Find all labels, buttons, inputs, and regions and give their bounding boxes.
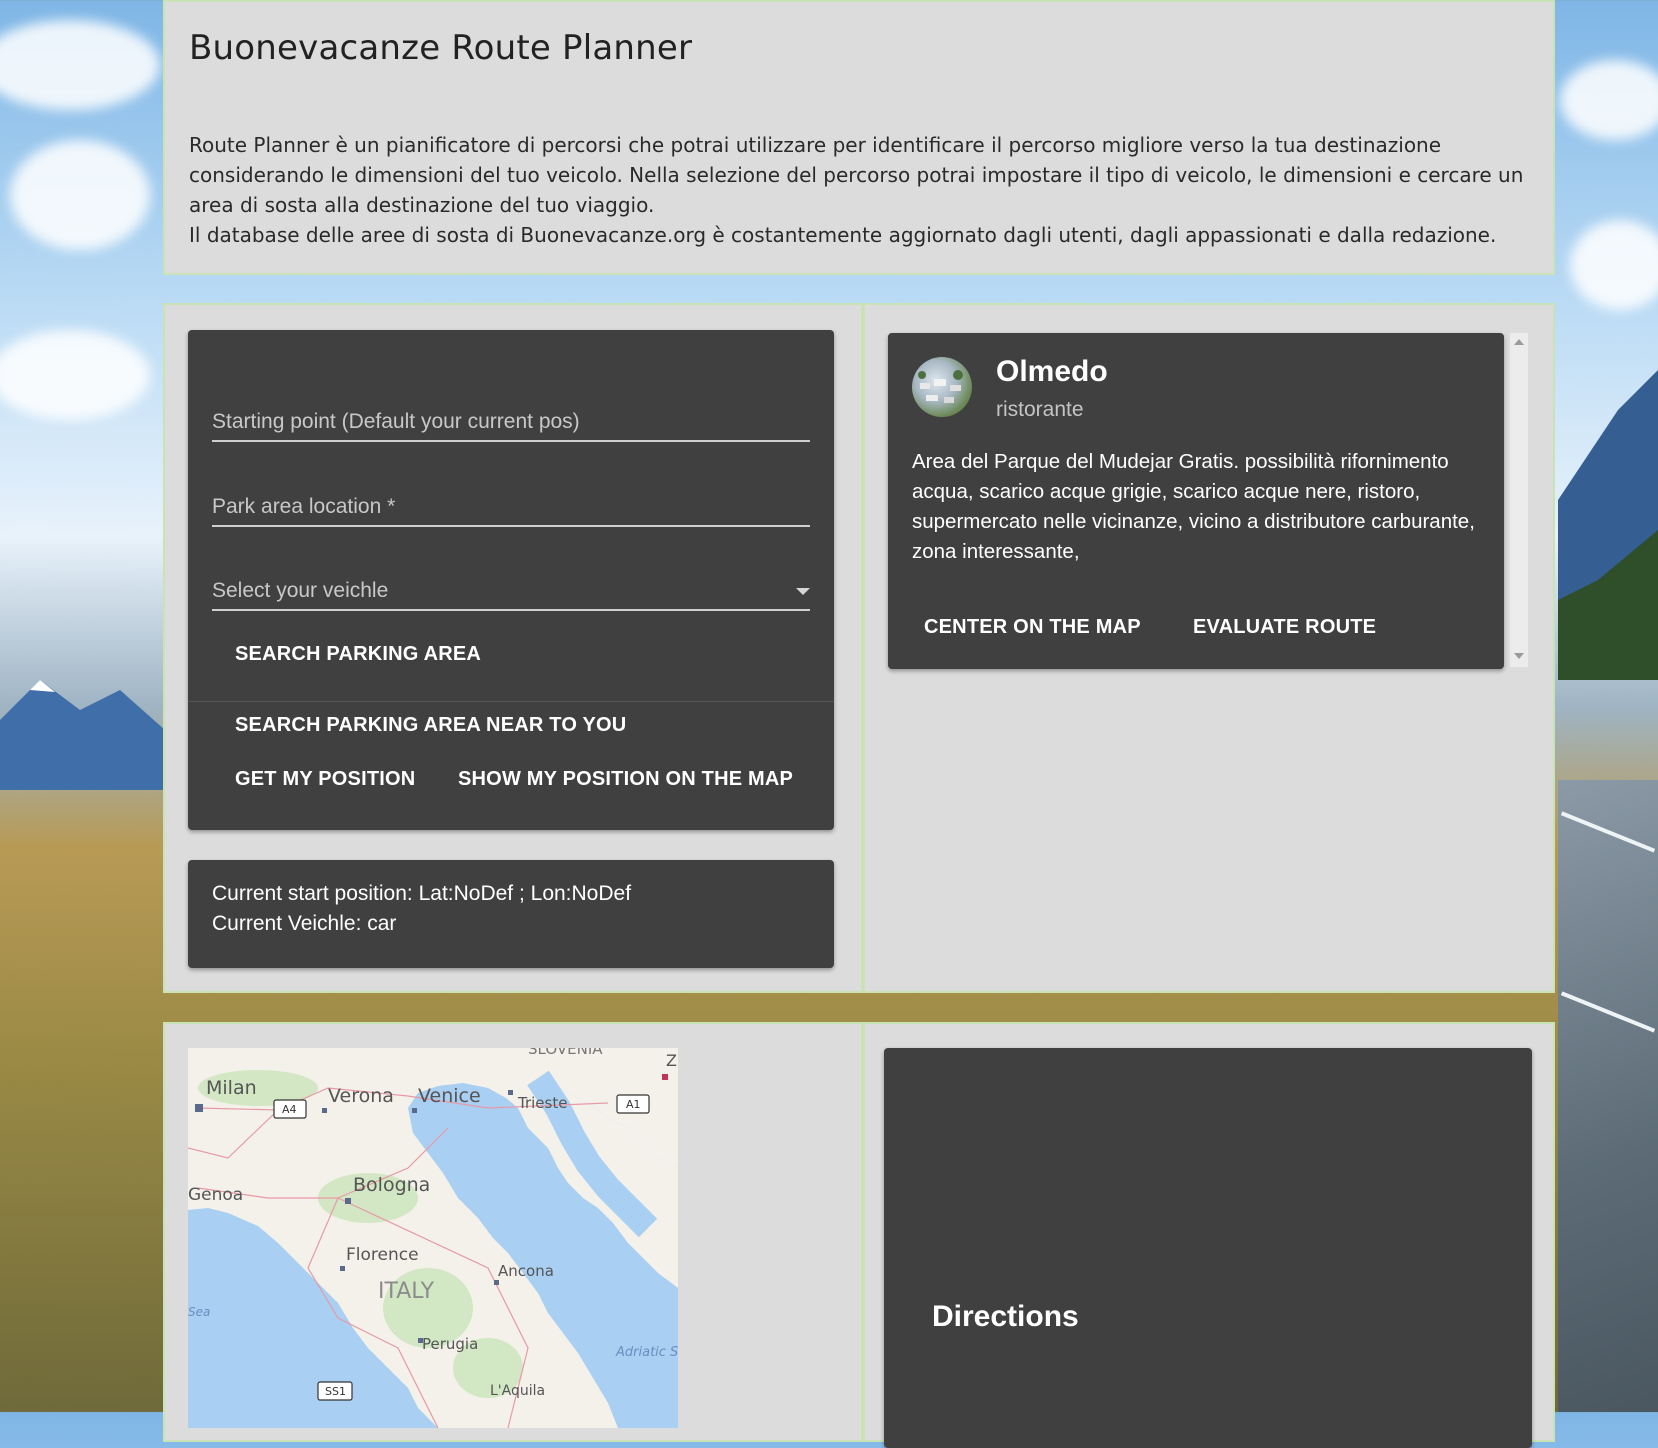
map-label-florence: Florence	[346, 1245, 419, 1265]
park-area-field[interactable]: Park area location *	[212, 475, 810, 527]
mountain-right	[1558, 370, 1658, 680]
scroll-down-arrow-icon[interactable]	[1514, 653, 1524, 659]
map-directions-panel: Milan Verona Venice Trieste Bologna Geno…	[163, 1022, 1555, 1448]
header-panel: Buonevacanze Route Planner Route Planner…	[163, 0, 1555, 275]
road	[1558, 780, 1658, 1412]
map-label-sea: Sea	[188, 1305, 210, 1319]
cloud	[0, 20, 160, 110]
result-subtitle: ristorante	[996, 398, 1084, 421]
vehicle-select-label: Select your veichle	[212, 579, 389, 602]
result-description: Area del Parque del Mudejar Gratis. poss…	[912, 450, 1475, 563]
route-form-card: Starting point (Default your current pos…	[188, 330, 834, 830]
description-paragraph: Route Planner è un pianificatore di perc…	[189, 133, 1524, 217]
starting-point-field[interactable]: Starting point (Default your current pos…	[212, 390, 810, 442]
evaluate-route-button[interactable]: EVALUATE ROUTE	[1193, 616, 1376, 639]
map-label-laquila: L'Aquila	[490, 1383, 545, 1399]
page-title: Buonevacanze Route Planner	[189, 28, 693, 68]
directions-card: Directions	[884, 1048, 1532, 1448]
column-divider	[861, 1024, 865, 1440]
map-label-italy: ITALY	[378, 1279, 435, 1304]
cloud	[1570, 220, 1658, 310]
result-title: Olmedo	[996, 355, 1108, 388]
avatar	[912, 357, 972, 417]
results-list[interactable]: Olmedo ristorante Area del Parque del Mu…	[888, 327, 1528, 669]
page-description: Route Planner è un pianificatore di perc…	[189, 130, 1529, 250]
map-label-z: Z	[666, 1051, 677, 1070]
map-label-verona: Verona	[328, 1085, 394, 1107]
dropdown-arrow-icon[interactable]	[796, 588, 810, 595]
map[interactable]: Milan Verona Venice Trieste Bologna Geno…	[188, 1048, 678, 1428]
description-paragraph-2: Il database delle aree di sosta di Buone…	[189, 223, 1497, 247]
scrollbar[interactable]	[1510, 333, 1528, 667]
map-label-perugia: Perugia	[422, 1335, 478, 1353]
map-label-genoa: Genoa	[188, 1185, 243, 1205]
cloud	[10, 140, 150, 250]
shield-a1: A1	[626, 1098, 641, 1111]
cloud	[0, 330, 150, 420]
directions-title: Directions	[932, 1300, 1079, 1333]
cloud	[1560, 60, 1658, 140]
column-divider	[861, 305, 865, 991]
search-parking-near-button[interactable]: SEARCH PARKING AREA NEAR TO YOU	[235, 714, 626, 737]
result-card: Olmedo ristorante Area del Parque del Mu…	[888, 333, 1504, 669]
status-card: Current start position: Lat:NoDef ; Lon:…	[188, 860, 834, 968]
search-parking-area-button[interactable]: SEARCH PARKING AREA	[235, 643, 481, 666]
map-label-venice: Venice	[418, 1085, 481, 1107]
vehicle-select[interactable]: Select your veichle	[212, 559, 810, 611]
starting-point-label: Starting point (Default your current pos…	[212, 410, 580, 433]
map-label-ancona: Ancona	[498, 1262, 554, 1280]
show-position-on-map-button[interactable]: SHOW MY POSITION ON THE MAP	[458, 768, 793, 791]
shield-a4: A4	[282, 1103, 297, 1116]
campsite-thumbnail-icon	[918, 370, 963, 403]
shield-ss1: SS1	[325, 1385, 346, 1398]
map-label-bologna: Bologna	[353, 1174, 430, 1196]
park-area-label: Park area location *	[212, 495, 396, 518]
map-label-adriatic: Adriatic S	[615, 1345, 678, 1360]
get-my-position-button[interactable]: GET MY POSITION	[235, 768, 415, 791]
scroll-up-arrow-icon[interactable]	[1514, 339, 1524, 345]
planner-panel: Starting point (Default your current pos…	[163, 303, 1555, 993]
vehicle-status: Current Veichle: car	[212, 912, 397, 935]
start-position-status: Current start position: Lat:NoDef ; Lon:…	[212, 882, 632, 905]
divider	[188, 701, 834, 702]
map-canvas[interactable]: Milan Verona Venice Trieste Bologna Geno…	[188, 1048, 678, 1428]
mountain-left	[0, 680, 165, 790]
center-on-map-button[interactable]: CENTER ON THE MAP	[924, 616, 1141, 639]
map-label-slovenia: SLOVENIA	[528, 1048, 603, 1058]
map-label-trieste: Trieste	[517, 1094, 567, 1112]
map-label-milan: Milan	[206, 1077, 257, 1099]
